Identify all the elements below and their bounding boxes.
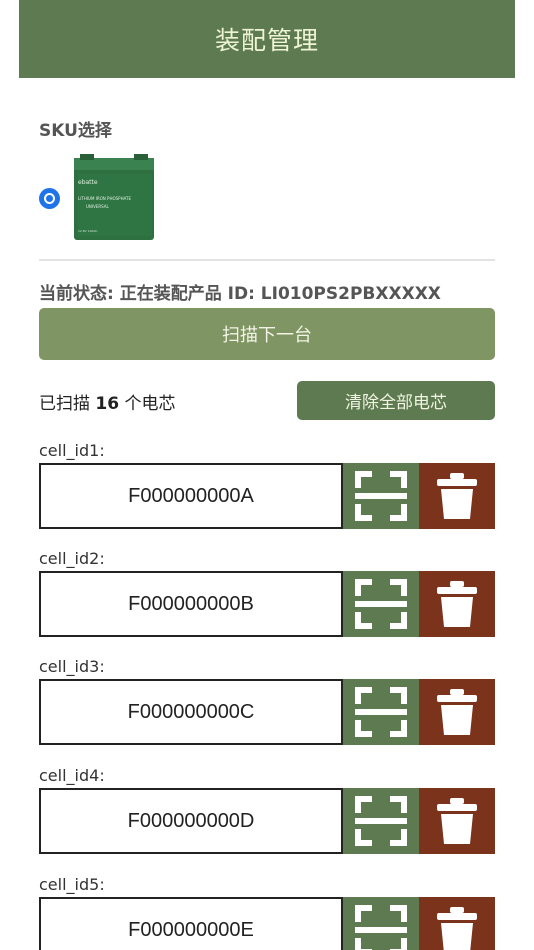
cell-id-field[interactable]: F000000000D <box>39 788 343 854</box>
cell-delete-button[interactable] <box>419 571 495 637</box>
trash-icon <box>437 798 477 844</box>
scanned-prefix: 已扫描 <box>39 394 90 414</box>
cell-row-1: cell_id1: F000000000A <box>39 441 495 541</box>
trash-icon <box>437 907 477 950</box>
scan-icon <box>355 579 407 629</box>
cell-scan-button[interactable] <box>343 897 419 950</box>
cell-id-field[interactable]: F000000000E <box>39 897 343 950</box>
scanned-count-text: 已扫描 16 个电芯 <box>39 389 175 414</box>
clear-all-cells-label: 清除全部电芯 <box>345 393 447 413</box>
cell-row-3: cell_id3: F000000000C <box>39 657 495 757</box>
page-title: 装配管理 <box>214 26 319 55</box>
svg-text:UNIVERSAL: UNIVERSAL <box>86 204 109 209</box>
cell-row-5: cell_id5: F000000000E <box>39 875 495 950</box>
svg-text:ebatte: ebatte <box>78 179 98 186</box>
sku-radio-button[interactable] <box>39 188 60 209</box>
cell-delete-button[interactable] <box>419 679 495 745</box>
trash-icon <box>437 581 477 627</box>
scan-icon <box>355 471 407 521</box>
cell-scan-button[interactable] <box>343 788 419 854</box>
cell-row-4: cell_id4: F000000000D <box>39 766 495 866</box>
cell-delete-button[interactable] <box>419 897 495 950</box>
cell-delete-button[interactable] <box>419 463 495 529</box>
cell-scan-button[interactable] <box>343 679 419 745</box>
cell-row-2: cell_id2: F000000000B <box>39 549 495 649</box>
scan-icon <box>355 796 407 846</box>
cell-id-field[interactable]: F000000000B <box>39 571 343 637</box>
section-divider <box>39 259 495 261</box>
cell-id-label: cell_id5: <box>39 875 105 894</box>
assembly-status-text: 当前状态: 正在装配产品 ID: LI010PS2PBXXXXX <box>39 284 441 304</box>
scan-icon <box>355 905 407 950</box>
scanned-count: 16 <box>95 394 120 414</box>
cell-scan-button[interactable] <box>343 571 419 637</box>
cell-id-label: cell_id2: <box>39 549 105 568</box>
scanned-suffix: 个电芯 <box>124 394 176 414</box>
cell-delete-button[interactable] <box>419 788 495 854</box>
cell-id-field[interactable]: F000000000C <box>39 679 343 745</box>
svg-text:12.8V 100Ah: 12.8V 100Ah <box>78 229 97 233</box>
sku-section-label: SKU选择 <box>39 121 112 141</box>
battery-product-image[interactable]: ebatte LITHIUM IRON PHOSPHATE UNIVERSAL … <box>72 154 158 244</box>
cell-id-label: cell_id3: <box>39 657 105 676</box>
svg-text:LITHIUM IRON PHOSPHATE: LITHIUM IRON PHOSPHATE <box>78 196 131 201</box>
cell-scan-button[interactable] <box>343 463 419 529</box>
app-header: 装配管理 <box>19 0 515 78</box>
cell-id-label: cell_id4: <box>39 766 105 785</box>
trash-icon <box>437 689 477 735</box>
cell-id-label: cell_id1: <box>39 441 105 460</box>
cell-id-field[interactable]: F000000000A <box>39 463 343 529</box>
scan-next-button-label: 扫描下一台 <box>222 325 312 346</box>
clear-all-cells-button[interactable]: 清除全部电芯 <box>297 381 495 420</box>
trash-icon <box>437 473 477 519</box>
scan-next-button[interactable]: 扫描下一台 <box>39 308 495 360</box>
scan-icon <box>355 687 407 737</box>
